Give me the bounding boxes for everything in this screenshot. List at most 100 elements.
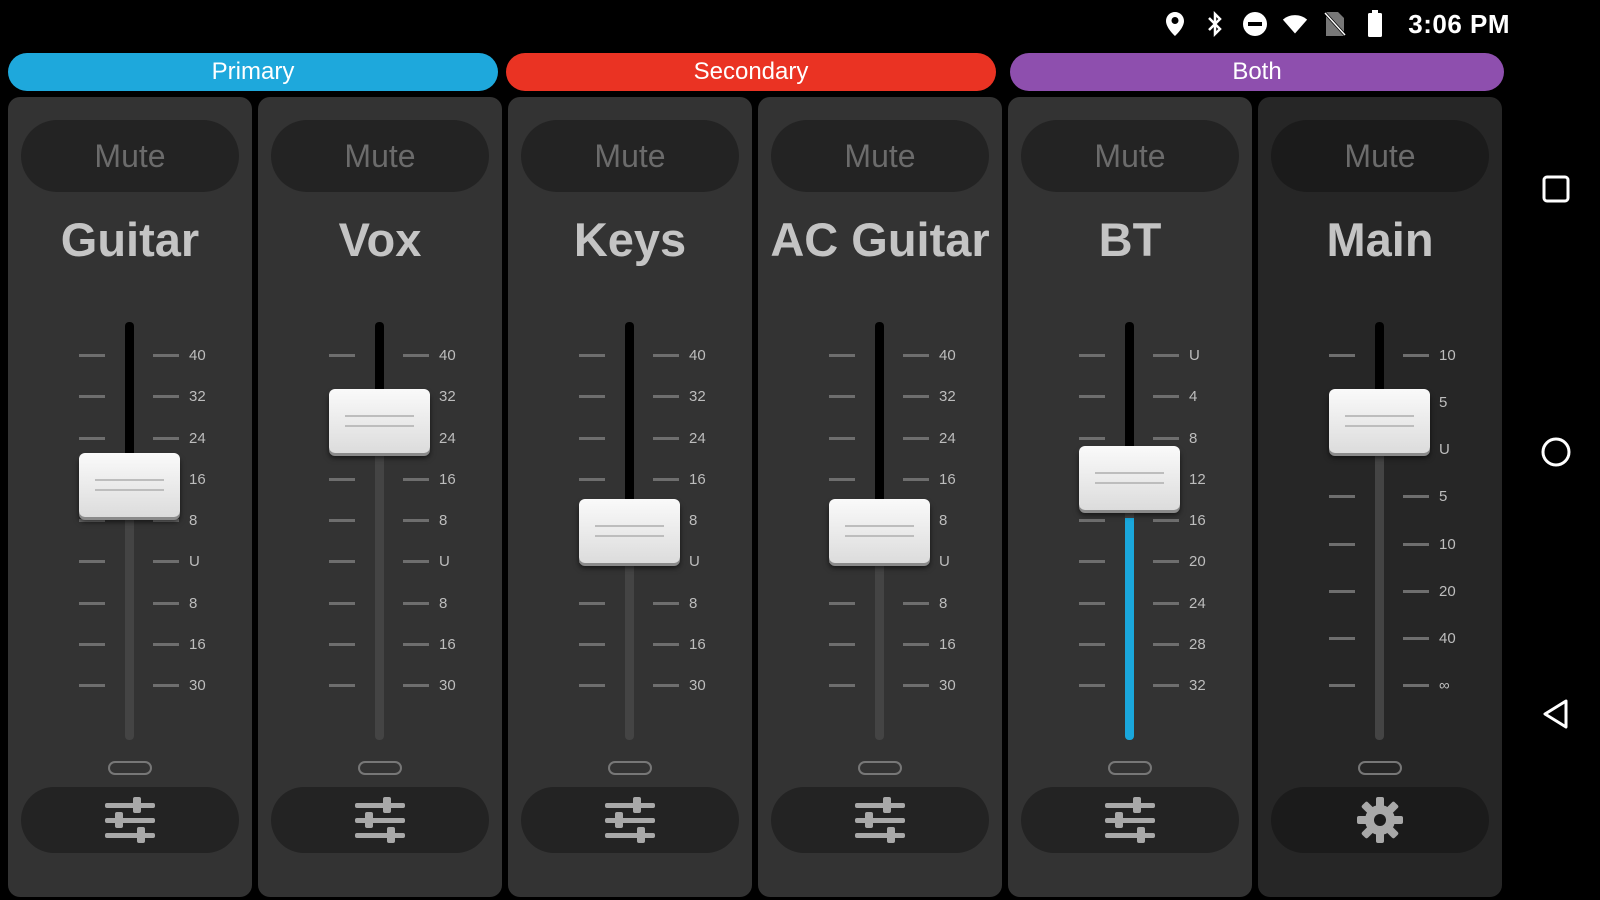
scale-label: 12: [1189, 470, 1206, 488]
home-circle-icon: [1541, 437, 1571, 467]
fader-handle[interactable]: [329, 389, 430, 454]
scale-label: 8: [939, 512, 948, 529]
scale-tick: [153, 354, 179, 357]
scale-tick: [1403, 354, 1429, 357]
channel-strip-vox: Mute Vox 40 32 24 16 8 U 8 16 30: [258, 97, 502, 897]
no-sim-icon: [1322, 11, 1348, 37]
mute-button[interactable]: Mute: [521, 120, 739, 192]
channel-name: Keys: [573, 213, 687, 266]
scale-tick: [829, 477, 855, 481]
scale-tick: [1153, 601, 1179, 605]
scale-label: 5: [1439, 394, 1448, 412]
scale-tick: [329, 684, 355, 687]
scale-tick: [153, 560, 179, 564]
scale-label: 24: [1189, 594, 1206, 612]
scale-label: 32: [189, 388, 206, 406]
scale-tick: [829, 642, 855, 646]
scale-tick: [1329, 636, 1355, 640]
fader-handle[interactable]: [79, 452, 180, 517]
scale-tick: [653, 642, 679, 646]
mute-button[interactable]: Mute: [771, 120, 989, 192]
scale-tick: [1079, 642, 1105, 646]
fader-track[interactable]: [125, 322, 134, 740]
status-bar: 3:06 PM: [0, 0, 1510, 48]
mute-button[interactable]: Mute: [1021, 120, 1239, 192]
scale-tick: [1153, 684, 1179, 687]
mute-button[interactable]: Mute: [21, 120, 239, 192]
scale-label: 32: [1189, 677, 1206, 694]
scale-tick: [1329, 589, 1355, 593]
recents-button[interactable]: [1532, 165, 1580, 213]
scale-tick: [903, 601, 929, 605]
scale-label: 32: [939, 388, 956, 406]
scale-tick: [903, 642, 929, 646]
scale-label: 30: [689, 677, 706, 694]
level-meter: [1125, 518, 1134, 740]
scale-tick: [829, 436, 855, 440]
channel-strip-bt: Mute BT U 4 8 12 16 20 24 28 32: [1008, 97, 1252, 897]
scale-label: 16: [689, 635, 706, 653]
scale-label: 16: [189, 635, 206, 653]
channel-settings-button[interactable]: [771, 787, 989, 853]
channel-settings-button[interactable]: [21, 787, 239, 853]
scale-tick: [79, 436, 105, 440]
mute-button[interactable]: Mute: [271, 120, 489, 192]
main-settings-button[interactable]: [1271, 787, 1489, 853]
fader-track[interactable]: [1125, 322, 1134, 740]
scale-label: 16: [439, 635, 456, 653]
scale-tick: [653, 601, 679, 605]
scale-tick: [153, 519, 179, 522]
scale-tick: [653, 477, 679, 481]
scale-tick: [403, 477, 429, 481]
sliders-icon: [605, 797, 655, 843]
channel-settings-button[interactable]: [1021, 787, 1239, 853]
scale-tick: [579, 436, 605, 440]
fader-handle[interactable]: [579, 499, 680, 563]
meter-indicator: [1358, 761, 1402, 775]
scale-tick: [329, 560, 355, 564]
scale-tick: [153, 601, 179, 605]
scale-tick: [1403, 684, 1429, 687]
scale-tick: [653, 395, 679, 399]
group-primary[interactable]: Primary: [8, 53, 498, 91]
scale-tick: [829, 684, 855, 687]
meter-indicator: [1108, 761, 1152, 775]
scale-tick: [329, 601, 355, 605]
fader-track[interactable]: [1375, 322, 1384, 740]
scale-label: 16: [1189, 512, 1206, 529]
channel-settings-button[interactable]: [521, 787, 739, 853]
scale-tick: [829, 354, 855, 357]
channel-name: AC Guitar: [770, 213, 990, 266]
back-button[interactable]: [1532, 690, 1580, 738]
scale-tick: [79, 354, 105, 357]
mute-button[interactable]: Mute: [1271, 120, 1489, 192]
scale-tick: [579, 354, 605, 357]
scale-tick: [79, 560, 105, 564]
location-icon: [1162, 11, 1188, 37]
group-both[interactable]: Both: [1010, 53, 1504, 91]
home-button[interactable]: [1532, 428, 1580, 476]
scale-tick: [1079, 601, 1105, 605]
scale-label: 30: [939, 677, 956, 694]
meter-indicator: [358, 761, 402, 775]
scale-label: 24: [939, 429, 956, 447]
channel-settings-button[interactable]: [271, 787, 489, 853]
fader-handle[interactable]: [1329, 389, 1430, 454]
fader-handle[interactable]: [829, 499, 930, 563]
scale-tick: [1403, 589, 1429, 593]
fader-track[interactable]: [375, 322, 384, 740]
fader-handle[interactable]: [1079, 445, 1180, 510]
scale-label: 40: [189, 347, 206, 364]
group-secondary[interactable]: Secondary: [506, 53, 996, 91]
scale-label: 32: [439, 388, 456, 406]
scale-label: 8: [689, 512, 698, 529]
scale-tick: [903, 477, 929, 481]
scale-label: 30: [189, 677, 206, 694]
meter-indicator: [108, 761, 152, 775]
channel-strip-main: Mute Main 10 5 U 5 10 20 40 ∞: [1258, 97, 1502, 897]
channel-strip-keys: Mute Keys 40 32 24 16 8 U 8 16 30: [508, 97, 752, 897]
channel-name: Guitar: [60, 213, 200, 266]
scale-tick: [329, 477, 355, 481]
scale-tick: [1153, 436, 1179, 440]
meter-indicator: [858, 761, 902, 775]
